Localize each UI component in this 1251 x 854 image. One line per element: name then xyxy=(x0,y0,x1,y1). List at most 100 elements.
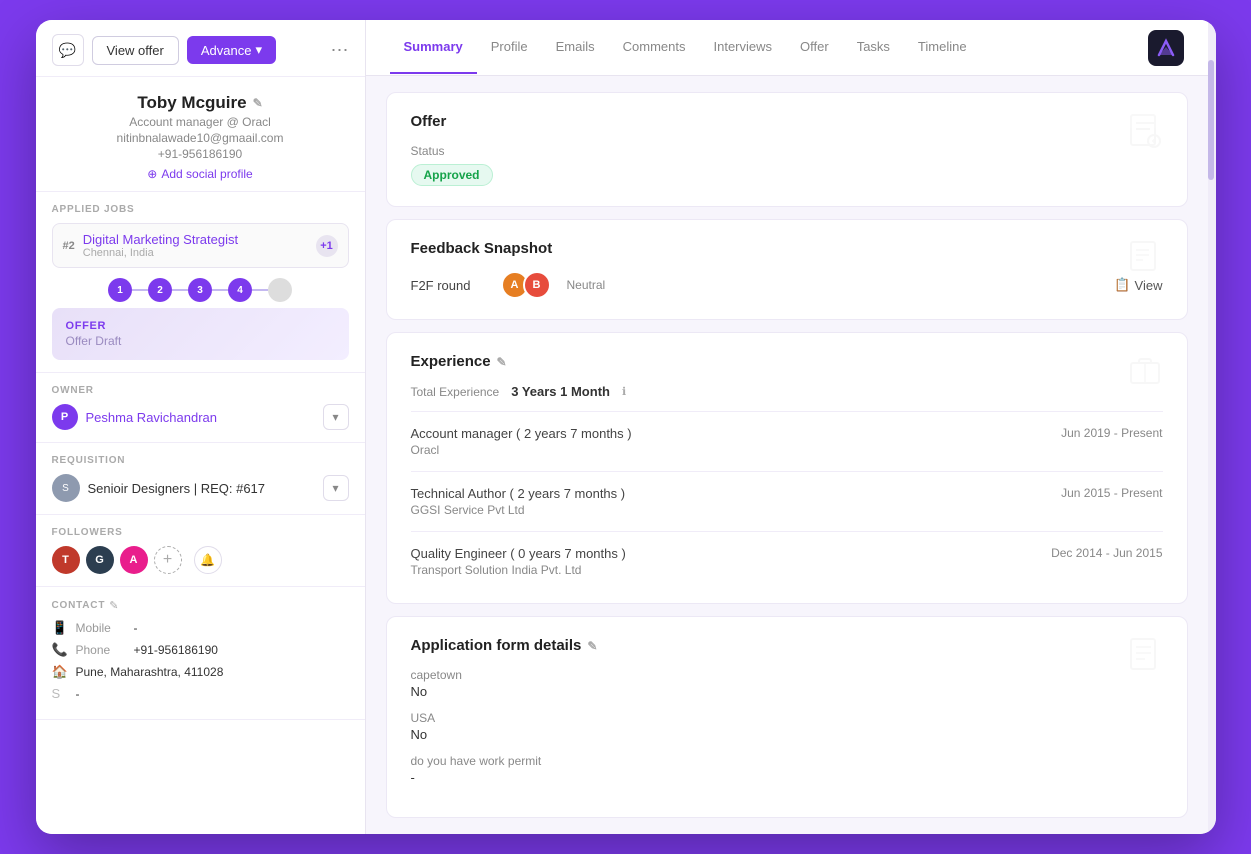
scrollbar-track[interactable] xyxy=(1208,20,1216,834)
scrollbar-thumb[interactable] xyxy=(1208,60,1214,180)
contact-mobile-row: 📱 Mobile - xyxy=(52,620,349,636)
offer-card-icon xyxy=(1123,109,1167,153)
more-options-button[interactable]: ⋯ xyxy=(331,40,349,61)
top-nav: Summary Profile Emails Comments Intervie… xyxy=(366,20,1208,76)
app-form-row-2: USA No xyxy=(411,711,1163,742)
edit-app-form-icon[interactable]: ✎ xyxy=(587,639,597,653)
exp-row-1: Account manager ( 2 years 7 months ) Ora… xyxy=(411,420,1163,463)
chevron-down-icon: ▾ xyxy=(255,42,262,58)
circle-plus-icon: ⊕ xyxy=(147,167,157,181)
followers-row: T G A + 🔔 xyxy=(52,546,349,574)
exp-company-3: Transport Solution India Pvt. Ltd xyxy=(411,563,626,577)
app-form-row-1: capetown No xyxy=(411,668,1163,699)
job-number: #2 xyxy=(63,240,75,252)
owner-row: P Peshma Ravichandran ▾ xyxy=(52,404,349,430)
offer-card-title: Offer xyxy=(411,113,1163,130)
step-line-1 xyxy=(132,289,148,291)
exp-company-2: GGSI Service Pvt Ltd xyxy=(411,503,626,517)
status-row: Approved xyxy=(411,164,1163,186)
location-icon: 🏠 xyxy=(52,664,68,680)
view-offer-button[interactable]: View offer xyxy=(92,36,179,65)
step-line-3 xyxy=(212,289,228,291)
edit-name-icon[interactable]: ✎ xyxy=(253,96,263,110)
nav-tabs: Summary Profile Emails Comments Intervie… xyxy=(390,21,1148,74)
owner-label: OWNER xyxy=(52,385,349,396)
feedback-row: F2F round A B Neutral 📋 View xyxy=(411,271,1163,299)
owner-chevron-button[interactable]: ▾ xyxy=(323,404,349,430)
feedback-round: F2F round xyxy=(411,278,491,293)
offer-stage: OFFER Offer Draft xyxy=(52,308,349,360)
candidate-title: Account manager @ Oracl xyxy=(56,115,345,129)
candidate-phone: +91-956186190 xyxy=(56,147,345,161)
job-name: Digital Marketing Strategist xyxy=(83,232,308,247)
step-line-2 xyxy=(172,289,188,291)
mobile-value: - xyxy=(134,621,138,635)
pipeline-step-2: 2 xyxy=(148,278,172,302)
app-form-card-title: Application form details ✎ xyxy=(411,637,1163,654)
contact-edit-icon[interactable]: ✎ xyxy=(109,599,118,612)
phone-value: +91-956186190 xyxy=(134,643,218,657)
owner-section: OWNER P Peshma Ravichandran ▾ xyxy=(36,373,365,443)
add-follower-button[interactable]: + xyxy=(154,546,182,574)
requisition-avatar: S xyxy=(52,474,80,502)
requisition-chevron-button[interactable]: ▾ xyxy=(323,475,349,501)
tab-timeline[interactable]: Timeline xyxy=(904,21,981,74)
total-exp-value: 3 Years 1 Month xyxy=(511,384,610,399)
exp-dates-3: Dec 2014 - Jun 2015 xyxy=(1051,546,1162,560)
tab-emails[interactable]: Emails xyxy=(542,21,609,74)
mobile-label: Mobile xyxy=(76,621,126,635)
address-value: Pune, Maharashtra, 411028 xyxy=(76,665,224,679)
follower-avatar-1: T xyxy=(52,546,80,574)
pipeline-steps: 1 2 3 4 xyxy=(52,278,349,302)
chat-icon[interactable]: 💬 xyxy=(52,34,84,66)
sidebar: 💬 View offer Advance ▾ ⋯ Toby Mcguire ✎ … xyxy=(36,20,366,834)
exp-dates-1: Jun 2019 - Present xyxy=(1061,426,1162,440)
feedback-sentiment: Neutral xyxy=(567,278,606,292)
experience-card-title: Experience ✎ xyxy=(411,353,1163,370)
contact-section: CONTACT ✎ 📱 Mobile - 📞 Phone +91-9561861… xyxy=(36,587,365,720)
pipeline-step-5 xyxy=(268,278,292,302)
tab-summary[interactable]: Summary xyxy=(390,21,477,74)
experience-card-icon xyxy=(1123,349,1167,393)
feedback-avatars: A B xyxy=(501,271,551,299)
tab-offer[interactable]: Offer xyxy=(786,21,843,74)
followers-section: FOLLOWERS T G A + 🔔 xyxy=(36,515,365,587)
app-form-row-3: do you have work permit - xyxy=(411,754,1163,785)
exp-row-3: Quality Engineer ( 0 years 7 months ) Tr… xyxy=(411,540,1163,583)
tab-profile[interactable]: Profile xyxy=(477,21,542,74)
feedback-card-icon xyxy=(1123,236,1167,280)
applied-job-item[interactable]: #2 Digital Marketing Strategist Chennai,… xyxy=(52,223,349,268)
tab-tasks[interactable]: Tasks xyxy=(843,21,904,74)
edit-experience-icon[interactable]: ✎ xyxy=(497,355,507,369)
exp-divider-2 xyxy=(411,471,1163,472)
pipeline-step-1: 1 xyxy=(108,278,132,302)
exp-divider-3 xyxy=(411,531,1163,532)
status-badge: Approved xyxy=(411,164,493,186)
experience-card: Experience ✎ Total Experience 3 Years 1 … xyxy=(386,332,1188,604)
offer-card: Offer Status Approved xyxy=(386,92,1188,207)
requisition-section: REQUISITION S Senioir Designers | REQ: #… xyxy=(36,443,365,515)
exp-row-2: Technical Author ( 2 years 7 months ) GG… xyxy=(411,480,1163,523)
job-extra-count: +1 xyxy=(316,235,338,257)
advance-button[interactable]: Advance ▾ xyxy=(187,36,276,64)
pipeline-step-3: 3 xyxy=(188,278,212,302)
tab-interviews[interactable]: Interviews xyxy=(699,21,786,74)
phone-label: Phone xyxy=(76,643,126,657)
add-social-button[interactable]: ⊕ Add social profile xyxy=(56,167,345,181)
tab-comments[interactable]: Comments xyxy=(609,21,700,74)
mobile-icon: 📱 xyxy=(52,620,68,636)
skype-icon: S xyxy=(52,686,68,701)
pipeline-step-4: 4 xyxy=(228,278,252,302)
notification-bell-button[interactable]: 🔔 xyxy=(194,546,222,574)
requisition-row: S Senioir Designers | REQ: #617 ▾ xyxy=(52,474,349,502)
followers-label: FOLLOWERS xyxy=(52,527,349,538)
app-form-card-icon xyxy=(1123,633,1167,677)
app-form-value-1: No xyxy=(411,684,1163,699)
job-location: Chennai, India xyxy=(83,247,308,259)
candidate-info: Toby Mcguire ✎ Account manager @ Oracl n… xyxy=(36,77,365,192)
total-exp-label: Total Experience xyxy=(411,385,500,399)
feedback-card: Feedback Snapshot F2F round A B Neutral … xyxy=(386,219,1188,320)
exp-title-3: Quality Engineer ( 0 years 7 months ) xyxy=(411,546,626,561)
requisition-name: Senioir Designers | REQ: #617 xyxy=(88,481,315,496)
contact-title-row: CONTACT ✎ xyxy=(52,599,349,612)
